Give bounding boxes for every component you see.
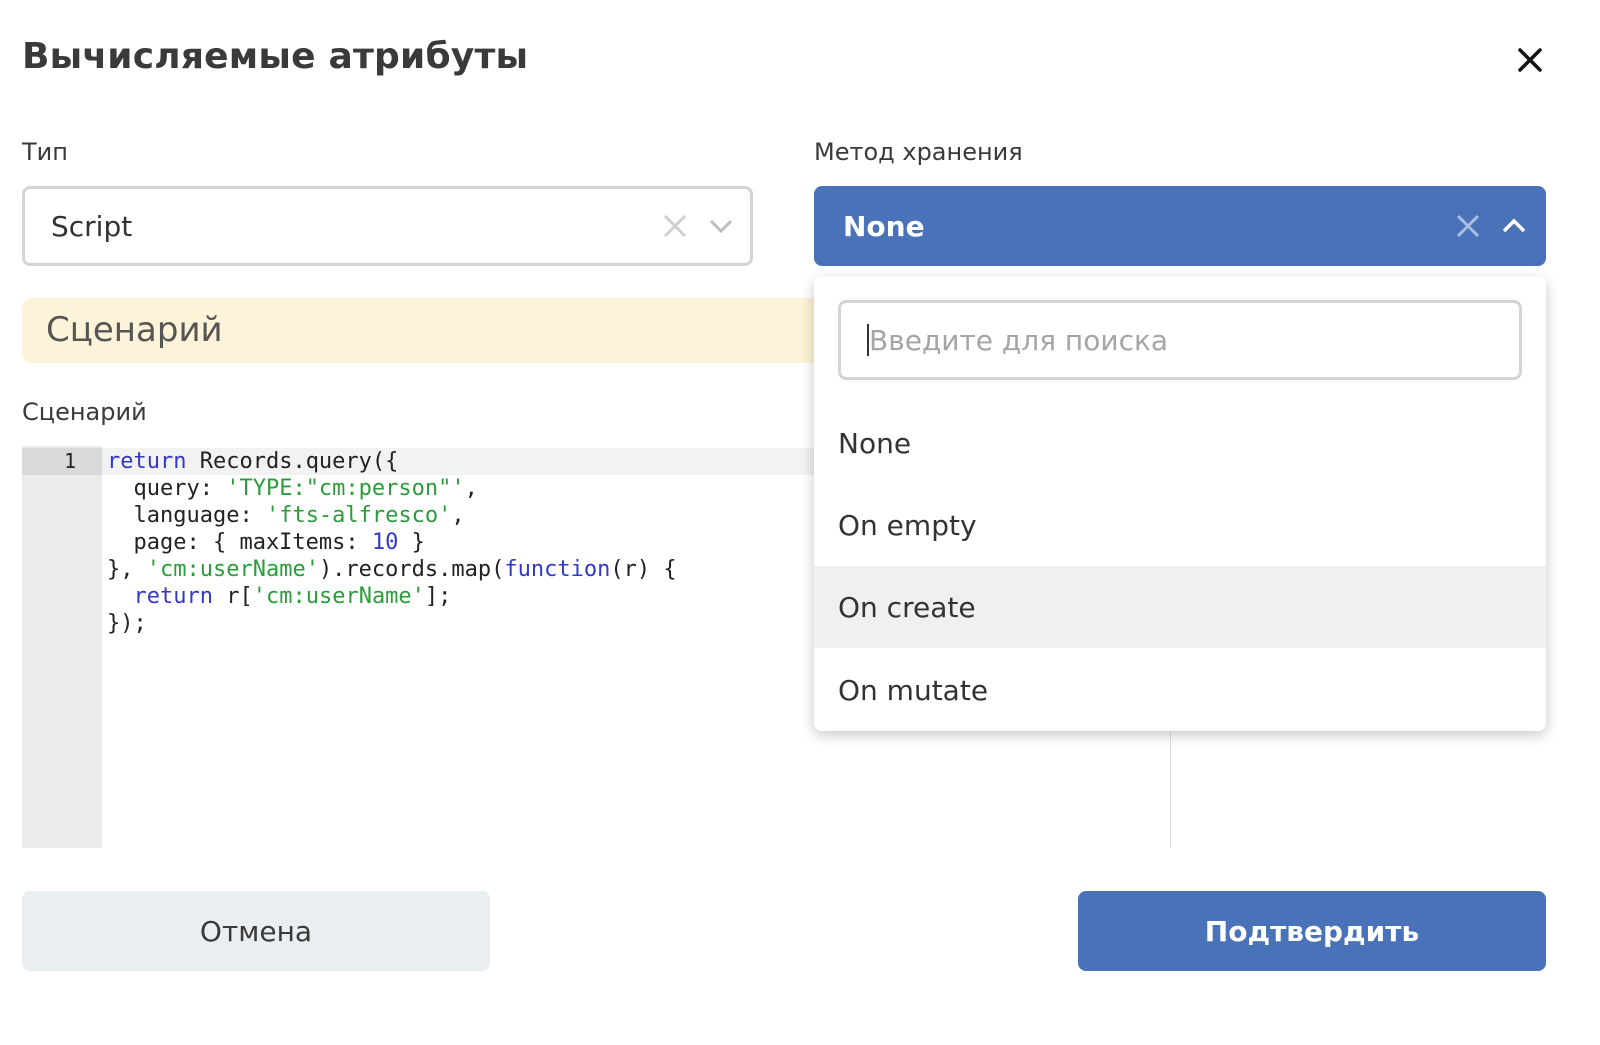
option-on-create[interactable]: On create: [814, 566, 1546, 648]
code-content[interactable]: return Records.query({ query: 'TYPE:"cm:…: [107, 448, 677, 637]
clear-icon[interactable]: [658, 209, 692, 243]
dialog-title: Вычисляемые атрибуты: [22, 36, 529, 77]
scenario-banner: Сценарий: [22, 298, 822, 363]
editor-gutter: 1: [22, 446, 102, 848]
option-on-empty[interactable]: On empty: [814, 484, 1546, 566]
type-label: Тип: [22, 138, 68, 166]
code-line-7: });: [107, 611, 147, 636]
storage-method-dropdown: None On empty On create On mutate: [814, 276, 1546, 731]
scenario-label: Сценарий: [22, 398, 147, 426]
line-number: 1: [22, 448, 102, 475]
type-select[interactable]: Script: [22, 186, 753, 266]
storage-method-label: Метод хранения: [814, 138, 1023, 166]
close-icon[interactable]: [1510, 40, 1550, 80]
editor-divider: [1170, 730, 1171, 848]
cancel-button[interactable]: Отмена: [22, 891, 490, 971]
option-on-mutate[interactable]: On mutate: [814, 649, 1546, 731]
code-line-6: return r['cm:userName'];: [133, 584, 452, 609]
code-line-2: query: 'TYPE:"cm:person"',: [107, 476, 478, 501]
option-none[interactable]: None: [814, 402, 1546, 484]
close-button[interactable]: [1510, 40, 1550, 80]
code-line-1: return Records.query({: [107, 449, 399, 474]
type-select-value: Script: [51, 209, 133, 243]
code-line-3: language: 'fts-alfresco',: [107, 503, 465, 528]
clear-icon[interactable]: [1451, 209, 1485, 243]
code-line-5: }, 'cm:userName').records.map(function(r…: [107, 557, 677, 582]
chevron-down-icon[interactable]: [704, 209, 738, 243]
code-line-4: page: { maxItems: 10 }: [107, 530, 425, 555]
storage-method-select[interactable]: None: [814, 186, 1546, 266]
chevron-up-icon[interactable]: [1497, 209, 1531, 243]
scenario-banner-title: Сценарий: [46, 310, 223, 350]
storage-method-select-value: None: [843, 209, 925, 243]
confirm-button[interactable]: Подтвердить: [1078, 891, 1546, 971]
search-input[interactable]: [869, 320, 1519, 360]
dropdown-search[interactable]: [838, 300, 1522, 380]
